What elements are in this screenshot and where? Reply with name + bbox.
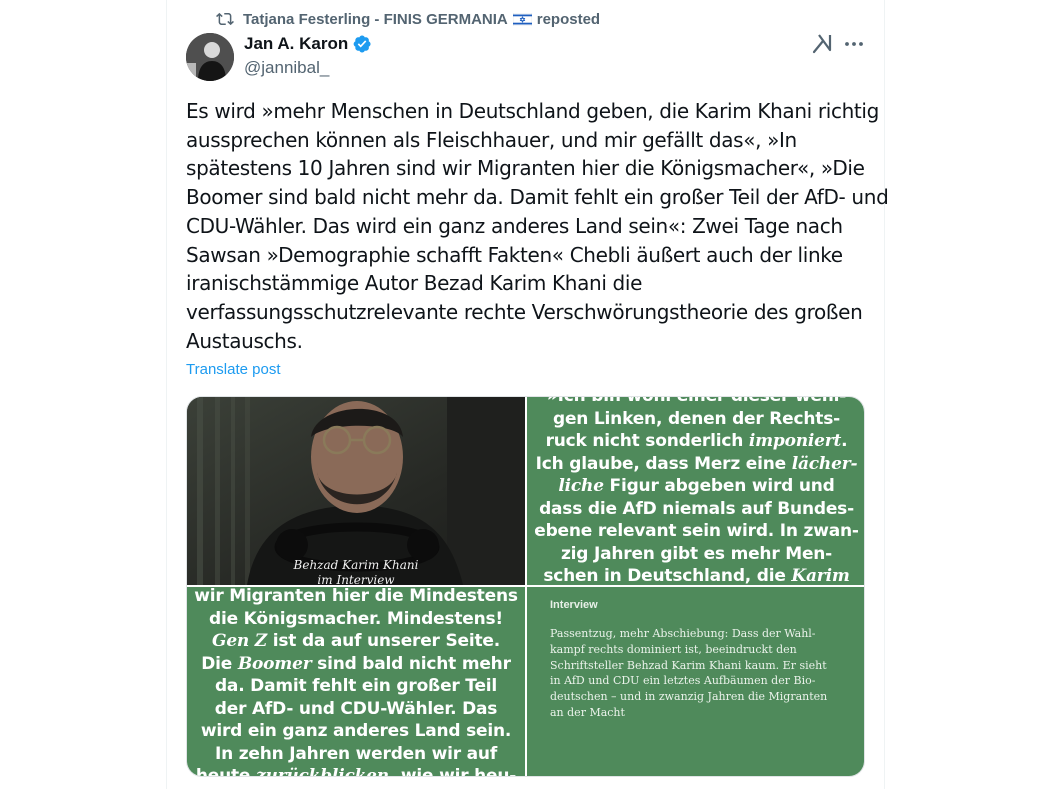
quote-text: »Ich bin wohl einer dieser weni- gen Lin… [527, 397, 864, 585]
tweet-line: Austauschs. [186, 328, 303, 353]
quote-line: dass die AfD niemals auf Bundes- [539, 498, 854, 519]
intro-line: Passentzug, mehr Abschiebung: Dass der W… [550, 627, 816, 640]
repost-header[interactable]: Tatjana Festerling - FINIS GERMANIA repo… [216, 9, 600, 29]
quote-line: schen in Deutschland, die Karim [543, 566, 850, 585]
quote-line: liche Figur abgeben wird und [558, 476, 835, 496]
quote-line: Gen Z ist da auf unserer Seite. [212, 631, 500, 651]
quote-line: ruck nicht sonderlich imponiert. [545, 431, 848, 451]
quote-line: da. Damit fehlt ein großer Teil [214, 676, 498, 696]
intro-line: kampf rechts dominiert ist, beeindruckt … [550, 642, 797, 656]
reposter-name[interactable]: Tatjana Festerling - FINIS GERMANIA [243, 11, 508, 28]
quote-line: wir Migranten hier die Mindestens [194, 587, 518, 606]
tweet-line: Boomer sind bald nicht mehr da. Damit fe… [186, 185, 889, 210]
avatar-image [186, 33, 234, 81]
repost-label: reposted [536, 10, 601, 28]
tweet-line: iranischstämmige Autor Bezad Karim Khani… [186, 271, 643, 296]
media-quote-bottom[interactable]: wir Migranten hier die Mindestens die Kö… [187, 587, 525, 777]
interview-label: Interview [550, 599, 598, 611]
intro-line: an der Macht [550, 705, 625, 719]
media-grid[interactable]: Behzad Karim Khani im Interview »Ich bin… [186, 396, 865, 777]
tweet-line: verfassungsschutzrelevante rechte Versch… [186, 299, 863, 324]
tweet-text: Es wird »mehr Menschen in Deutschland ge… [186, 97, 889, 355]
avatar[interactable] [186, 33, 234, 81]
quote-line: der AfD- und CDU-Wähler. Das [214, 698, 498, 719]
more-dots-icon[interactable] [843, 34, 865, 54]
tweet-line: CDU-Wähler. Das wird ein ganz anderes La… [186, 213, 843, 238]
verified-badge-icon [353, 35, 371, 53]
media-photo[interactable]: Behzad Karim Khani im Interview [187, 397, 525, 585]
tweet-line: Es wird »mehr Menschen in Deutschland ge… [186, 99, 879, 123]
interview-intro-text: Passentzug, mehr Abschiebung: Dass der W… [550, 626, 850, 721]
media-quote-top[interactable]: »Ich bin wohl einer dieser weni- gen Lin… [527, 397, 864, 585]
media-interview-intro[interactable]: Interview Passentzug, mehr Abschiebung: … [527, 587, 864, 776]
tweet-line: Sawsan »Demographie schafft Fakten« Cheb… [186, 242, 843, 267]
quote-line: heute zurückblicken, wie wir heu- [195, 766, 517, 777]
quote-line: die Königsmacher. Mindestens! [209, 608, 503, 629]
tweet-line: aussprechen können als Fleischhauer, und… [186, 127, 797, 152]
intro-line: in AfD und CDU ein letztes Aufbäumen der… [550, 674, 816, 688]
photo-caption-line: Behzad Karim Khani [293, 558, 419, 572]
tweet-line: spätestens 10 Jahren sind wir Migranten … [186, 156, 865, 181]
quote-line: Ich glaube, dass Merz eine lächer- [535, 453, 858, 474]
portrait-photo [187, 397, 525, 585]
israel-flag-icon [512, 12, 532, 26]
intro-line: deutschen – und in zwanzig Jahren die Mi… [550, 690, 828, 704]
translate-post-link[interactable]: Translate post [186, 361, 281, 378]
quote-line: gen Linken, denen der Rechts- [553, 408, 840, 429]
quote-line: Die Boomer sind bald nicht mehr [201, 653, 511, 674]
intro-line: Schriftsteller Behzad Karim Khani kaum. … [550, 658, 827, 672]
author-handle[interactable]: @jannibal_ [244, 58, 329, 78]
display-name[interactable]: Jan A. Karon [244, 34, 348, 54]
quote-line: zig Jahren gibt es mehr Men- [560, 543, 833, 564]
repost-icon [216, 12, 234, 26]
quote-text: wir Migranten hier die Mindestens die Kö… [187, 587, 525, 777]
quote-line: wird ein ganz anderes Land sein. [200, 721, 512, 741]
quote-line: »Ich bin wohl einer dieser weni- [527, 397, 864, 408]
author-name-row[interactable]: Jan A. Karon [244, 33, 372, 55]
grok-icon[interactable] [811, 32, 833, 54]
photo-caption-line: im Interview [317, 573, 395, 585]
quote-line: In zehn Jahren werden wir auf [214, 743, 498, 764]
quote-line: ebene relevant sein wird. In zwan- [534, 521, 859, 541]
